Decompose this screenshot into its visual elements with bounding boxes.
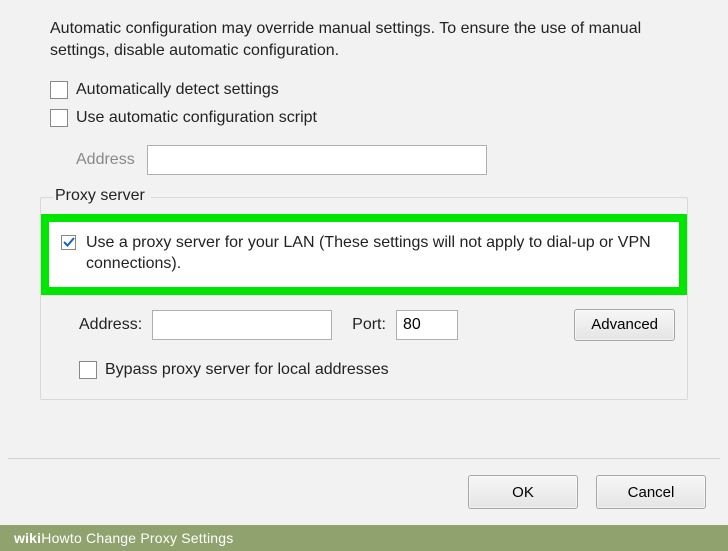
script-address-input[interactable] [147, 145, 487, 175]
use-proxy-highlight: Use a proxy server for your LAN (These s… [41, 214, 687, 295]
auto-config-section: Automatic configuration may override man… [40, 0, 688, 175]
bypass-label: Bypass proxy server for local addresses [105, 361, 389, 379]
proxy-address-label: Address: [79, 316, 142, 334]
script-address-label: Address [76, 151, 135, 169]
bypass-checkbox[interactable] [79, 361, 97, 379]
advanced-button[interactable]: Advanced [574, 309, 675, 341]
script-address-row: Address [76, 145, 688, 175]
proxy-server-legend: Proxy server [53, 187, 151, 205]
auto-detect-checkbox[interactable] [50, 81, 68, 99]
wikihow-caption: to Change Proxy Settings [70, 530, 234, 546]
use-script-label: Use automatic configuration script [76, 109, 317, 127]
ok-button[interactable]: OK [468, 475, 578, 509]
wikihow-brand: wikiHow [14, 530, 70, 546]
use-script-checkbox[interactable] [50, 109, 68, 127]
proxy-address-input[interactable] [152, 310, 332, 340]
dialog-separator [8, 458, 720, 459]
proxy-server-fieldset: Proxy server Use a proxy server for your… [40, 197, 688, 400]
use-proxy-row[interactable]: Use a proxy server for your LAN (These s… [61, 232, 663, 275]
proxy-port-input[interactable] [396, 310, 458, 340]
use-proxy-checkbox[interactable] [61, 235, 76, 250]
wikihow-watermark: wikiHow to Change Proxy Settings [0, 525, 728, 551]
use-script-row[interactable]: Use automatic configuration script [50, 109, 688, 127]
proxy-port-label: Port: [352, 316, 386, 334]
proxy-address-row: Address: Port: Advanced [79, 309, 675, 341]
auto-config-info: Automatic configuration may override man… [50, 18, 688, 63]
use-proxy-label: Use a proxy server for your LAN (These s… [86, 232, 663, 275]
auto-detect-row[interactable]: Automatically detect settings [50, 81, 688, 99]
auto-detect-label: Automatically detect settings [76, 81, 279, 99]
dialog-button-bar: OK Cancel [468, 475, 706, 509]
cancel-button[interactable]: Cancel [596, 475, 706, 509]
lan-settings-dialog: Automatic configuration may override man… [0, 0, 728, 400]
bypass-row[interactable]: Bypass proxy server for local addresses [79, 361, 675, 379]
